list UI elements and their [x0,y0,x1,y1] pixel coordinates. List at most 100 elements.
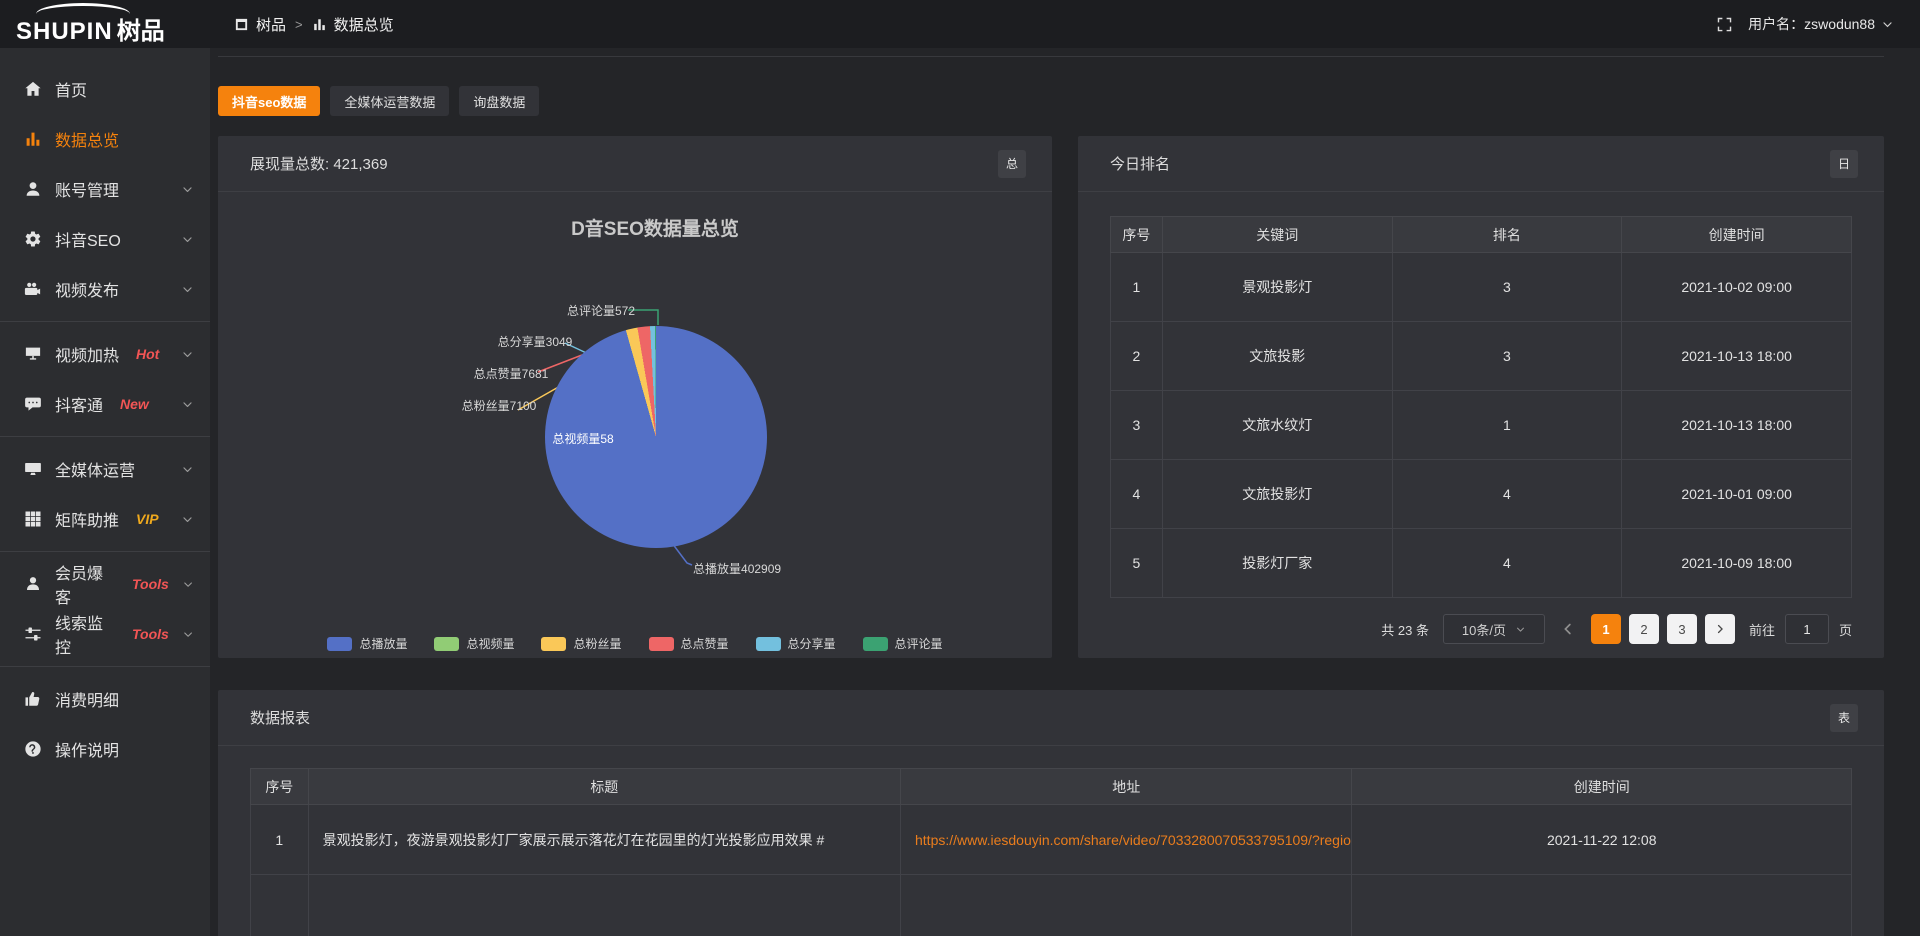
ranking-title: 今日排名 [1110,153,1170,174]
sidebar-item-1[interactable]: 首页 [0,64,210,114]
legend-item[interactable]: 总点赞量 [649,635,729,652]
title-cell: 景观投影灯，夜游景观投影灯厂家展示展示落花灯在花园里的灯光投影应用效果 # [308,805,900,875]
table-row: 1景观投影灯32021-10-02 09:00 [1111,253,1852,322]
column-header: 序号 [251,769,309,805]
page-button-2[interactable]: 2 [1629,614,1659,644]
table-cell: 文旅水纹灯 [1162,391,1392,460]
pie-label-name: 总评论量 [567,304,615,318]
legend-label: 总分享量 [788,635,836,652]
sidebar-item-label: 账号管理 [55,177,119,201]
sidebar-item-label: 视频发布 [55,277,119,301]
total-toggle-button[interactable]: 总 [998,150,1026,178]
sidebar-divider [0,436,210,437]
ranking-panel: 今日排名 日 序号关键词排名创建时间1景观投影灯32021-10-02 09:0… [1078,136,1884,658]
table-cell: 3 [1392,322,1622,391]
breadcrumb-item-current[interactable]: 数据总览 [312,14,394,35]
page-button-1[interactable]: 1 [1591,614,1621,644]
video-link[interactable]: https://www.iesdouyin.com/share/video/70… [901,805,1352,875]
sidebar-item-label: 线索监控 [55,610,115,658]
sidebar-item-badge: Tools [132,626,169,642]
topbar: SHUPIN树品 树品 > 数据总览 用户名：zswodun88 [0,0,1920,48]
monitor-icon [24,460,42,478]
table-cell: 2 [1111,322,1163,391]
column-header: 地址 [901,769,1352,805]
sidebar-item-5[interactable]: 视频发布 [0,264,210,314]
sidebar-item-label: 消费明细 [55,687,119,711]
goto-page: 前往 1页 [1749,614,1852,644]
sidebar-item-label: 操作说明 [55,737,119,761]
legend-item[interactable]: 总评论量 [863,635,943,652]
bar-chart-icon [24,130,42,148]
sidebar-item-13[interactable]: 操作说明 [0,724,210,774]
sidebar-divider [0,321,210,322]
pie-label-name: 总分享量 [498,335,546,349]
pie-slice-label: 总分享量3049 [498,334,573,350]
ranking-panel-header: 今日排名 日 [1078,136,1884,192]
tab-3[interactable]: 询盘数据 [459,86,539,116]
report-table: 序号标题地址创建时间1景观投影灯，夜游景观投影灯厂家展示展示落花灯在花园里的灯光… [250,768,1852,936]
fullscreen-icon[interactable] [1716,16,1733,33]
pie-label-value: 7681 [522,367,549,381]
table-cell: 2021-10-09 18:00 [1622,529,1852,598]
page-size-select[interactable]: 10条/页 [1443,614,1545,644]
goto-label: 前往 [1749,620,1775,639]
legend-item[interactable]: 总分享量 [756,635,836,652]
table-cell: 4 [1111,460,1163,529]
legend-item[interactable]: 总粉丝量 [541,635,621,652]
breadcrumb-item-home[interactable]: 树品 [234,14,286,35]
user-icon [24,180,42,198]
legend-label: 总评论量 [895,635,943,652]
logo-primary: SHUPIN [16,18,113,45]
logo-text: SHUPIN树品 [16,11,165,46]
sidebar-item-10[interactable]: 会员爆客Tools [0,559,210,609]
sidebar-item-9[interactable]: 矩阵助推VIP [0,494,210,544]
pie-label-value: 572 [615,304,635,318]
tab-1[interactable]: 抖音seo数据 [218,86,320,116]
sidebar-item-8[interactable]: 全媒体运营 [0,444,210,494]
table-row: 5投影灯厂家42021-10-09 18:00 [1111,529,1852,598]
sidebar-item-2[interactable]: 数据总览 [0,114,210,164]
pie-slice-label: 总视频量58 [552,431,613,447]
day-toggle-button[interactable]: 日 [1830,150,1858,178]
sidebar-item-label: 会员爆客 [55,560,115,608]
sidebar-item-7[interactable]: 抖客通New [0,379,210,429]
goto-page-input[interactable]: 1 [1785,614,1829,644]
report-title: 数据报表 [250,707,310,728]
sidebar: 首页数据总览账号管理抖音SEO 视频发布视频加热Hot抖客通New 全媒体运营矩阵助… [0,48,210,936]
table-cell: 2021-10-13 18:00 [1622,322,1852,391]
page-unit-label: 页 [1839,620,1852,639]
data-tabs: 抖音seo数据全媒体运营数据询盘数据 [218,86,1884,116]
user-menu[interactable]: 用户名：zswodun88 [1748,14,1894,34]
sidebar-item-12[interactable]: 消费明细 [0,674,210,724]
table-cell: 文旅投影灯 [1162,460,1392,529]
sidebar-item-11[interactable]: 线索监控 Tools [0,609,210,659]
impressions-total-label: 展现量总数: 421,369 [250,153,388,174]
sidebar-item-3[interactable]: 账号管理 [0,164,210,214]
header-divider [218,48,1884,57]
sidebar-item-6[interactable]: 视频加热Hot [0,329,210,379]
index-cell: 1 [251,805,309,875]
next-page-button[interactable] [1705,614,1735,644]
sidebar-item-badge: VIP [136,511,159,527]
sidebar-item-badge: New [120,396,149,412]
table-cell: 3 [1392,253,1622,322]
table-header-row: 序号标题地址创建时间 [251,769,1852,805]
table-cell: 2021-10-13 18:00 [1622,391,1852,460]
pie-label-name: 总播放量 [693,562,741,576]
table-toggle-button[interactable]: 表 [1830,704,1858,732]
sidebar-item-4[interactable]: 抖音SEO [0,214,210,264]
page-button-3[interactable]: 3 [1667,614,1697,644]
pie-label-value: 7100 [510,399,537,413]
sliders-icon [24,625,42,643]
table-cell: 1 [1392,391,1622,460]
legend-item[interactable]: 总视频量 [434,635,514,652]
member-icon [24,575,42,593]
prev-page-button[interactable] [1559,620,1577,638]
table-cell: 5 [1111,529,1163,598]
legend-item[interactable]: 总播放量 [327,635,407,652]
pie-slice-label: 总点赞量7681 [474,366,549,382]
tab-2[interactable]: 全媒体运营数据 [330,86,449,116]
pie-slice-label: 总播放量402909 [693,561,781,577]
column-header: 关键词 [1162,217,1392,253]
app-logo[interactable]: SHUPIN树品 [0,0,210,48]
